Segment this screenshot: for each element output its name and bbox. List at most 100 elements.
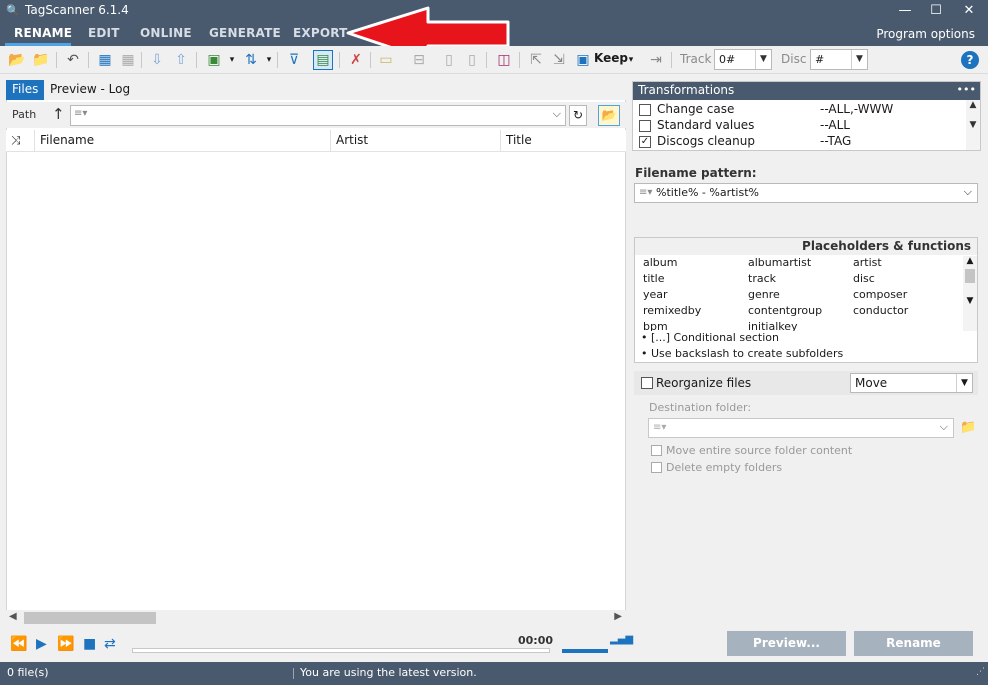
stop-icon[interactable]: ■ — [83, 636, 96, 652]
repeat-icon[interactable]: ⇄ — [104, 636, 116, 652]
history-list-icon[interactable]: ≡▾ — [639, 187, 652, 198]
placeholder-item[interactable]: genre — [748, 288, 780, 301]
import-image-icon[interactable]: ⇲ — [549, 50, 569, 70]
program-options-link[interactable]: Program options — [876, 27, 975, 41]
tab-generate[interactable]: GENERATE — [209, 26, 281, 40]
more-icon[interactable]: ••• — [957, 83, 976, 96]
placeholder-item[interactable]: track — [748, 272, 776, 285]
sort-icon[interactable]: ⇅ — [241, 50, 261, 70]
history-list-icon[interactable]: ≡▾ — [74, 108, 87, 119]
checkbox[interactable] — [651, 462, 662, 473]
browse-folder-icon[interactable]: 📁 — [960, 420, 976, 435]
transformation-row[interactable]: Standard values --ALL — [633, 118, 966, 134]
fast-forward-icon[interactable]: ⏩ — [57, 636, 74, 652]
rename-button[interactable]: Rename — [854, 631, 973, 656]
placeholder-item[interactable]: title — [643, 272, 665, 285]
shuffle-icon[interactable]: ⤨ — [6, 130, 35, 152]
transformation-row[interactable]: Change case --ALL,-WWW — [633, 102, 966, 118]
tag-icon[interactable]: ▭ — [376, 50, 396, 70]
column-artist[interactable]: Artist — [331, 130, 501, 152]
maximize-button[interactable]: ☐ — [921, 0, 951, 22]
reorganize-mode-select[interactable]: Move ▼ — [850, 373, 973, 393]
reorganize-label[interactable]: Reorganize files — [656, 376, 751, 390]
chevron-down-icon[interactable]: ⌵ — [553, 107, 561, 121]
placeholder-item[interactable]: bpm — [643, 320, 668, 331]
path-input[interactable]: ≡▾ ⌵ — [70, 105, 566, 126]
transformation-row[interactable]: ✓ Discogs cleanup --TAG — [633, 134, 966, 150]
placeholder-item[interactable]: albumartist — [748, 256, 811, 269]
help-icon[interactable]: ? — [961, 51, 979, 69]
placeholder-item[interactable]: contentgroup — [748, 304, 822, 317]
placeholder-item[interactable]: initialkey — [748, 320, 798, 331]
history-list-icon[interactable]: ≡▾ — [653, 422, 666, 433]
placeholder-item[interactable]: disc — [853, 272, 875, 285]
up-arrow-icon[interactable]: ↑ — [52, 105, 65, 123]
rewind-icon[interactable]: ⏪ — [10, 636, 27, 652]
chevron-down-icon[interactable]: ▾ — [259, 50, 279, 70]
chevron-down-icon[interactable]: ▾ — [222, 50, 242, 70]
select-all-icon[interactable]: ▦ — [95, 50, 115, 70]
minimize-button[interactable]: — — [890, 0, 920, 22]
chevron-down-icon[interactable]: ▼ — [956, 374, 972, 392]
select-frame-icon[interactable]: ▣ — [204, 50, 224, 70]
files-icon[interactable]: ▯ — [462, 50, 482, 70]
close-button[interactable]: ✕ — [954, 0, 984, 22]
chevron-down-icon[interactable]: ▼ — [851, 50, 867, 69]
tab-preview-log[interactable]: Preview - Log — [44, 80, 136, 100]
placeholder-item[interactable]: conductor — [853, 304, 908, 317]
playback-progress-bar[interactable] — [132, 648, 550, 653]
filter-icon[interactable]: ⊽ — [284, 50, 304, 70]
play-icon[interactable]: ▶ — [36, 636, 47, 652]
column-filename[interactable]: Filename — [35, 130, 331, 152]
track-format-combo[interactable]: 0# ▼ — [714, 49, 772, 70]
deselect-icon[interactable]: ▦ — [118, 50, 138, 70]
add-folder-icon[interactable]: 📁 — [31, 50, 51, 70]
tab-edit[interactable]: EDIT — [88, 26, 120, 40]
image-toggle-icon[interactable]: ▤ — [313, 50, 333, 70]
tab-rename[interactable]: RENAME — [14, 26, 72, 40]
volume-slider[interactable] — [562, 649, 608, 653]
file-icon[interactable]: ▯ — [439, 50, 459, 70]
column-title[interactable]: Title — [501, 130, 625, 152]
tab-online[interactable]: ONLINE — [140, 26, 192, 40]
clear-icon[interactable]: ✗ — [346, 50, 366, 70]
resize-grip-icon[interactable]: ⋰ — [976, 667, 985, 677]
move-down-icon[interactable]: ⇩ — [147, 50, 167, 70]
checkbox-checked[interactable]: ✓ — [639, 136, 651, 148]
chevron-down-icon[interactable]: ▼ — [755, 50, 771, 69]
placeholder-item[interactable]: album — [643, 256, 677, 269]
checkbox[interactable] — [639, 120, 651, 132]
move-up-icon[interactable]: ⇧ — [171, 50, 191, 70]
preview-button[interactable]: Preview... — [727, 631, 846, 656]
refresh-icon[interactable]: ↻ — [569, 105, 587, 126]
scroll-right-icon[interactable]: ▶ — [614, 611, 622, 622]
export-tags-icon[interactable]: ⇥ — [646, 50, 666, 70]
checkbox[interactable] — [639, 104, 651, 116]
tab-export[interactable]: EXPORT — [293, 26, 348, 40]
filename-pattern-input[interactable]: ≡▾ %title% - %artist% ⌵ — [634, 183, 978, 203]
undo-icon[interactable]: ↶ — [63, 50, 83, 70]
destination-folder-input[interactable]: ≡▾ ⌵ — [648, 418, 954, 438]
horizontal-scrollbar[interactable]: ◀ ▶ — [6, 610, 626, 626]
scrollbar-thumb[interactable] — [24, 612, 156, 624]
export-image-icon[interactable]: ⇱ — [526, 50, 546, 70]
open-folder-icon[interactable]: 📂 — [7, 50, 27, 70]
tab-files[interactable]: Files — [6, 80, 45, 100]
placeholder-item[interactable]: artist — [853, 256, 882, 269]
placeholder-item[interactable]: year — [643, 288, 668, 301]
vertical-scrollbar[interactable]: ▲ ▼ — [966, 100, 980, 150]
chevron-down-icon[interactable]: ⌵ — [940, 420, 948, 434]
disc-format-combo[interactable]: # ▼ — [810, 49, 868, 70]
media-icon[interactable]: ◫ — [494, 50, 514, 70]
scroll-left-icon[interactable]: ◀ — [9, 611, 17, 622]
placeholder-item[interactable]: composer — [853, 288, 907, 301]
placeholder-item[interactable]: remixedby — [643, 304, 701, 317]
split-icon[interactable]: ⊟ — [409, 50, 429, 70]
reorganize-checkbox[interactable] — [641, 377, 653, 389]
checkbox[interactable] — [651, 445, 662, 456]
chevron-down-icon[interactable]: ▾ — [621, 50, 641, 70]
vertical-scrollbar[interactable]: ▲ ▼ — [963, 256, 977, 331]
browse-folder-icon[interactable]: 📂 — [598, 105, 620, 126]
chevron-down-icon[interactable]: ⌵ — [964, 185, 972, 199]
keep-option-icon[interactable]: ▣ — [573, 50, 593, 70]
